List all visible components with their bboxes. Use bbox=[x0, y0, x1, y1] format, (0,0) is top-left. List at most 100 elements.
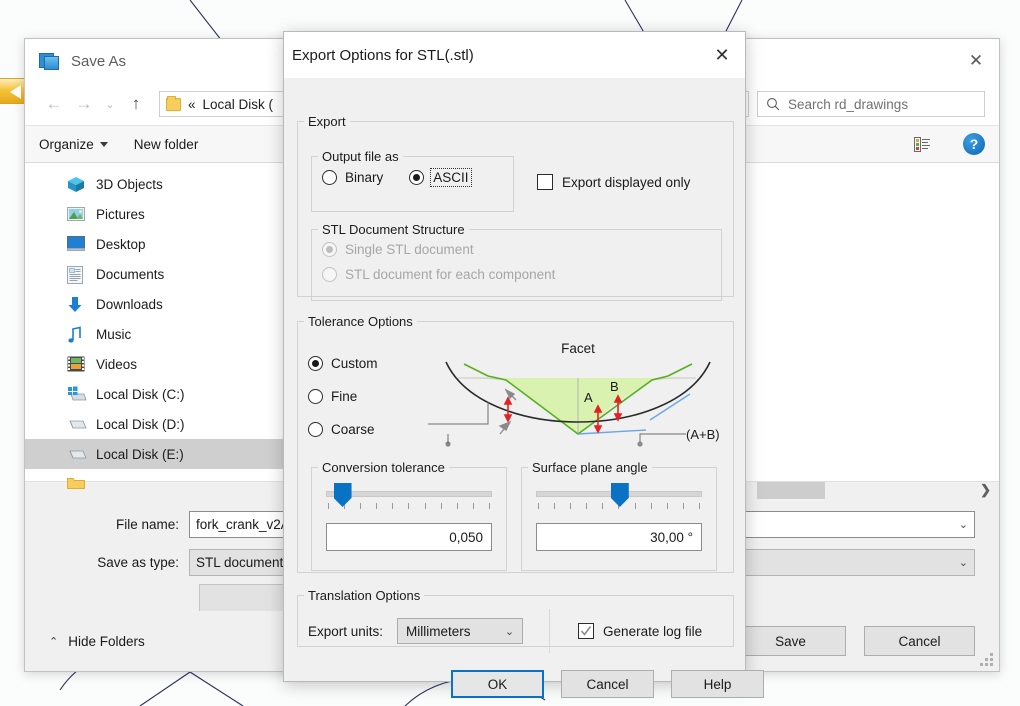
sidebar-item-partial[interactable] bbox=[25, 469, 291, 499]
sidebar-item-downloads[interactable]: Downloads bbox=[25, 289, 291, 319]
conversion-tolerance-legend: Conversion tolerance bbox=[322, 460, 445, 475]
recent-locations-button[interactable]: ⌄ bbox=[99, 89, 121, 119]
save-as-title: Save As bbox=[71, 52, 127, 70]
conversion-tolerance-input[interactable]: 0,050 bbox=[326, 523, 492, 551]
export-dialog-titlebar: Export Options for STL(.stl) ✕ bbox=[284, 32, 745, 78]
export-displayed-only-label: Export displayed only bbox=[562, 174, 691, 190]
system-drive-icon bbox=[67, 386, 87, 403]
generate-log-file-checkbox[interactable]: Generate log file bbox=[578, 623, 702, 639]
facet-diagram: Facet A B (A+B) bbox=[428, 341, 728, 451]
surface-plane-angle-group: Surface plane angle 30,00 ° bbox=[521, 460, 717, 571]
folder-icon bbox=[67, 476, 85, 493]
radio-coarse-label: Coarse bbox=[331, 422, 375, 437]
save-as-close-button[interactable]: ✕ bbox=[953, 39, 999, 83]
radio-fine[interactable]: Fine bbox=[308, 389, 378, 404]
radio-icon bbox=[322, 170, 337, 185]
sidebar-item-music[interactable]: Music bbox=[25, 319, 291, 349]
file-name-value: fork_crank_v2A bbox=[196, 516, 290, 532]
sidebar-item-label: Videos bbox=[96, 356, 138, 372]
search-icon bbox=[767, 98, 780, 111]
new-folder-button[interactable]: New folder bbox=[134, 137, 199, 152]
sidebar-item-label: Documents bbox=[96, 266, 165, 282]
desktop-icon bbox=[67, 235, 85, 253]
sidebar-item-3d-objects[interactable]: 3D Objects bbox=[25, 169, 291, 199]
radio-icon bbox=[308, 389, 323, 404]
sidebar-item-desktop[interactable]: Desktop bbox=[25, 229, 291, 259]
checkbox-icon bbox=[537, 174, 553, 190]
export-options-dialog: Export Options for STL(.stl) ✕ Export Ou… bbox=[283, 31, 764, 698]
surface-plane-angle-slider[interactable] bbox=[536, 483, 702, 507]
radio-icon bbox=[308, 356, 323, 371]
sidebar-item-local-disk-c[interactable]: Local Disk (C:) bbox=[25, 379, 291, 409]
help-button[interactable]: ? bbox=[963, 133, 985, 155]
hide-folders-button[interactable]: ⌃ Hide Folders bbox=[49, 634, 145, 649]
resize-grip[interactable] bbox=[980, 653, 993, 666]
search-placeholder: Search rd_drawings bbox=[788, 96, 909, 112]
view-list-icon[interactable] bbox=[914, 136, 931, 152]
chevron-up-icon: ⌃ bbox=[49, 635, 59, 648]
organize-button[interactable]: Organize bbox=[39, 137, 108, 152]
radio-icon bbox=[308, 422, 323, 437]
chevron-down-icon[interactable]: ⌄ bbox=[959, 518, 968, 531]
conversion-tolerance-group: Conversion tolerance 0,050 bbox=[311, 460, 507, 571]
radio-fine-label: Fine bbox=[331, 389, 358, 404]
export-units-label: Export units: bbox=[308, 623, 384, 639]
cancel-button[interactable]: Cancel bbox=[864, 626, 975, 656]
save-as-type-value: STL documents bbox=[196, 554, 291, 570]
sidebar-item-local-disk-e[interactable]: Local Disk (E:) bbox=[25, 439, 291, 469]
export-group-legend: Export bbox=[308, 114, 346, 129]
conversion-tolerance-slider[interactable] bbox=[326, 483, 492, 507]
breadcrumb-separator: « bbox=[188, 96, 196, 112]
navigation-tree: 3D Objects Pictures Desktop Documents Do… bbox=[25, 163, 292, 489]
export-units-select[interactable]: Millimeters ⌄ bbox=[397, 618, 524, 644]
sidebar-item-label: Downloads bbox=[96, 296, 163, 312]
forward-button[interactable]: → bbox=[69, 89, 99, 119]
label-a-plus-b: (A+B) bbox=[686, 427, 720, 442]
breadcrumb-path: Local Disk ( bbox=[202, 96, 274, 112]
chevron-down-icon bbox=[99, 141, 108, 147]
translation-options-group: Translation Options Export units: Millim… bbox=[297, 588, 734, 653]
divider bbox=[549, 609, 551, 653]
documents-icon bbox=[67, 265, 85, 284]
sidebar-item-label: 3D Objects bbox=[96, 176, 163, 192]
ok-button[interactable]: OK bbox=[451, 670, 544, 698]
output-file-as-group: Output file as Binary ASCII bbox=[311, 149, 514, 212]
cancel-button[interactable]: Cancel bbox=[561, 670, 654, 698]
scroll-right-icon[interactable]: ❯ bbox=[980, 482, 991, 498]
surface-plane-angle-input[interactable]: 30,00 ° bbox=[536, 523, 702, 551]
folder-icon bbox=[166, 95, 181, 111]
radio-custom[interactable]: Custom bbox=[308, 356, 378, 371]
sidebar-item-videos[interactable]: Videos bbox=[25, 349, 291, 379]
music-icon bbox=[67, 326, 85, 343]
tolerance-options-legend: Tolerance Options bbox=[308, 314, 413, 329]
sidebar-item-documents[interactable]: Documents bbox=[25, 259, 291, 289]
stl-document-structure-group: STL Document Structure Single STL docume… bbox=[311, 222, 722, 301]
radio-coarse[interactable]: Coarse bbox=[308, 422, 378, 437]
slider-tickmarks bbox=[326, 503, 492, 509]
radio-ascii-label: ASCII bbox=[430, 168, 472, 187]
export-units-value: Millimeters bbox=[406, 623, 471, 639]
toolbar-expand-icon bbox=[10, 85, 21, 99]
export-dialog-close-button[interactable]: ✕ bbox=[699, 32, 745, 78]
3d-objects-icon bbox=[67, 176, 85, 193]
chevron-down-icon: ⌄ bbox=[504, 625, 515, 638]
export-displayed-only-checkbox[interactable]: Export displayed only bbox=[537, 174, 690, 190]
label-a: A bbox=[584, 390, 593, 405]
back-button[interactable]: ← bbox=[39, 89, 69, 119]
sidebar-item-local-disk-d[interactable]: Local Disk (D:) bbox=[25, 409, 291, 439]
save-button[interactable]: Save bbox=[735, 626, 846, 656]
translation-options-legend: Translation Options bbox=[308, 588, 421, 603]
sidebar-item-label: Local Disk (C:) bbox=[96, 386, 185, 402]
help-button[interactable]: Help bbox=[671, 670, 764, 698]
radio-ascii[interactable]: ASCII bbox=[409, 168, 472, 187]
facet-diagram-title: Facet bbox=[561, 341, 595, 356]
chevron-down-icon[interactable]: ⌄ bbox=[959, 556, 968, 569]
up-button[interactable]: ↑ bbox=[121, 89, 151, 119]
sidebar-item-pictures[interactable]: Pictures bbox=[25, 199, 291, 229]
search-input[interactable]: Search rd_drawings bbox=[757, 91, 985, 117]
export-group: Export Output file as Binary ASCII Expor… bbox=[297, 114, 734, 301]
radio-binary[interactable]: Binary bbox=[322, 170, 383, 185]
radio-custom-label: Custom bbox=[331, 356, 378, 371]
sidebar-item-label: Desktop bbox=[96, 236, 146, 252]
scrollbar-thumb[interactable] bbox=[757, 481, 825, 499]
